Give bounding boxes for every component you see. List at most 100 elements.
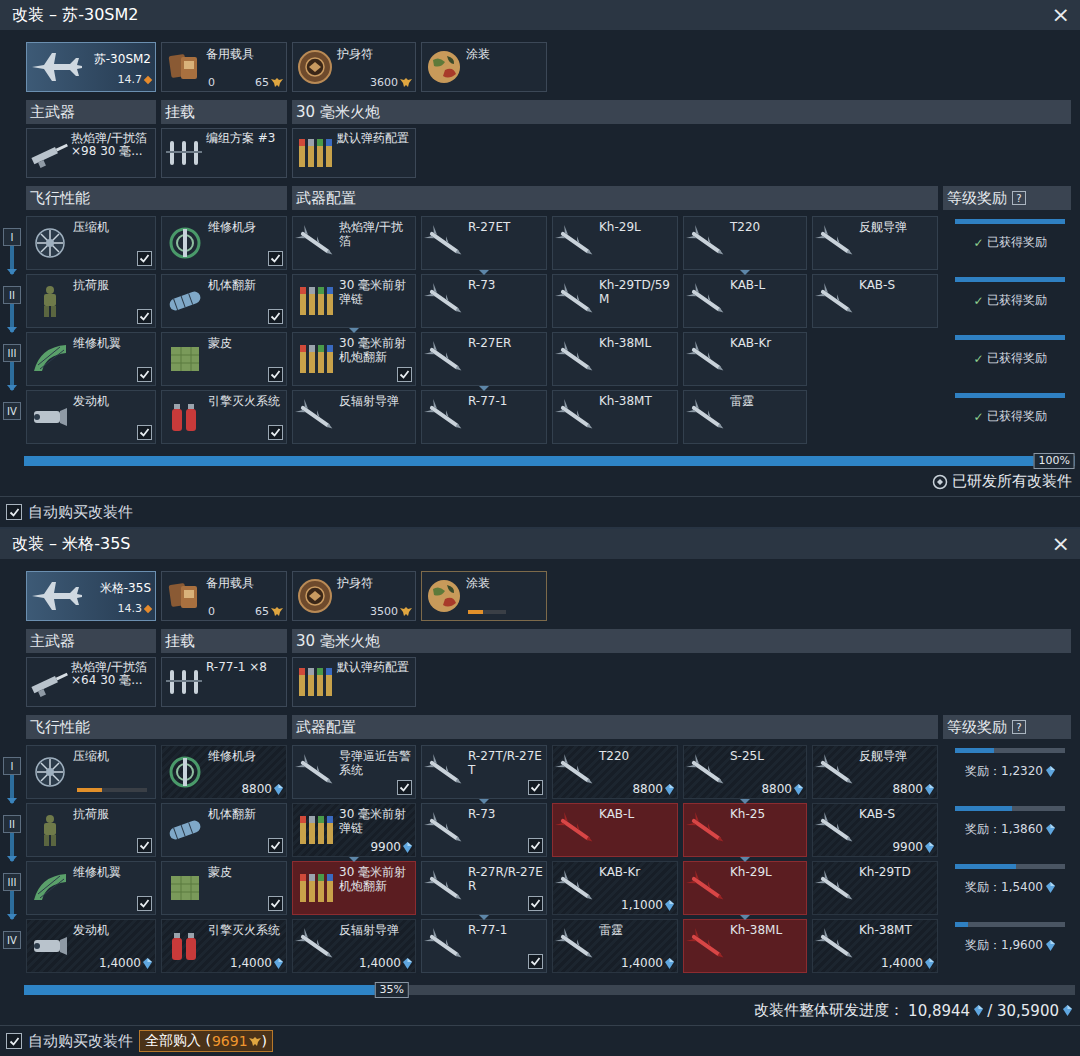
auto-buy-checkbox[interactable] xyxy=(6,1033,22,1049)
weapon-mod[interactable]: Kh-29TD xyxy=(812,861,938,915)
tier-reward: 奖励：1,3860 xyxy=(943,803,1071,857)
spare-vehicle-card[interactable]: 备用载具065 xyxy=(161,42,287,92)
flight-mod-icon xyxy=(27,746,73,798)
weapon-mod[interactable]: 30 毫米前射机炮翻新 xyxy=(292,861,416,915)
dependency-arrow-icon xyxy=(740,857,750,862)
weapon-mod-icon xyxy=(553,391,599,443)
owned-checkbox xyxy=(268,896,283,911)
vehicle-card[interactable]: 米格-35S14.3 xyxy=(26,571,156,621)
weapon-mod[interactable]: 反辐射导弹 xyxy=(292,390,416,444)
weapon-mod[interactable]: Kh-29TD/59M xyxy=(552,274,678,328)
loadout-label: 默认弹药配置 xyxy=(337,658,415,674)
flight-mod[interactable]: 维修机身 xyxy=(161,216,287,270)
weapon-mod[interactable]: Kh-38MT xyxy=(552,390,678,444)
modification-panel: 改装 – 苏-30SM2×苏-30SM214.7备用载具065护身符3600涂装… xyxy=(0,0,1080,527)
loadout-card[interactable]: 热焰弹/干扰箔 ×98 30 毫... xyxy=(26,128,156,178)
mod-label: 30 毫米前射机炮翻新 xyxy=(339,862,415,914)
talisman-card[interactable]: 护身符3500 xyxy=(292,571,416,621)
flight-mod[interactable]: 发动机1,4000 xyxy=(26,919,156,973)
buy-all-button[interactable]: 全部购入 (9691) xyxy=(139,1030,273,1052)
weapon-mod-icon xyxy=(813,804,859,856)
weapon-mod[interactable]: 30 毫米前射弹链9900 xyxy=(292,803,416,857)
weapon-mod[interactable]: KAB-Kr xyxy=(683,332,807,386)
weapon-mod[interactable]: Kh-25 xyxy=(683,803,807,857)
weapon-mod-icon xyxy=(553,333,599,385)
close-button[interactable]: × xyxy=(1052,4,1070,26)
weapon-mod[interactable]: 反舰导弹8800 xyxy=(812,745,938,799)
reward-bar-fill xyxy=(955,748,994,753)
close-button[interactable]: × xyxy=(1052,533,1070,555)
weapon-mod[interactable]: KAB-S xyxy=(812,274,938,328)
weapon-headers: 主武器挂载30 毫米火炮 xyxy=(0,100,1080,124)
loadout-card[interactable]: 编组方案 #3 xyxy=(161,128,287,178)
flight-mod[interactable]: 发动机 xyxy=(26,390,156,444)
mod-cost-value: 8800 xyxy=(892,782,923,796)
flight-mod[interactable]: 机体翻新 xyxy=(161,803,287,857)
spare-vehicle-card[interactable]: 备用载具065 xyxy=(161,571,287,621)
help-button[interactable]: ? xyxy=(1012,191,1026,205)
weapon-mod[interactable]: Kh-38ML xyxy=(683,919,807,973)
weapon-mod[interactable]: KAB-Kr1,1000 xyxy=(552,861,678,915)
vehicle-info: 米格-35S14.3 xyxy=(87,572,155,618)
weapon-mod-icon xyxy=(553,217,599,269)
loadout-card[interactable]: 默认弹药配置 xyxy=(292,128,416,178)
loadout-card[interactable]: 默认弹药配置 xyxy=(292,657,416,707)
weapon-mod[interactable]: 反辐射导弹1,4000 xyxy=(292,919,416,973)
weapon-mod[interactable]: R-27ER xyxy=(421,332,547,386)
flight-mod[interactable]: 引擎灭火系统 xyxy=(161,390,287,444)
flight-mod[interactable]: 蒙皮 xyxy=(161,861,287,915)
weapon-mod[interactable]: R-27R/R-27ER xyxy=(421,861,547,915)
flight-mod[interactable]: 压缩机 xyxy=(26,216,156,270)
flight-mod[interactable]: 引擎灭火系统1,4000 xyxy=(161,919,287,973)
weapon-mod[interactable]: R-27ET xyxy=(421,216,547,270)
top-cards: 苏-30SM214.7备用载具065护身符3600涂装 xyxy=(0,42,1080,92)
weapon-mod[interactable]: Kh-38MT1,4000 xyxy=(812,919,938,973)
weapon-mod-icon xyxy=(553,804,599,856)
tier-reward: 奖励：1,9600 xyxy=(943,919,1071,973)
flight-mod[interactable]: 维修机翼 xyxy=(26,332,156,386)
weapon-mod[interactable]: R-73 xyxy=(421,274,547,328)
flight-mod[interactable]: 蒙皮 xyxy=(161,332,287,386)
weapon-mod-icon xyxy=(684,275,730,327)
received-check: ✓ xyxy=(973,294,983,308)
weapon-mod[interactable]: 导弹逼近告警系统 xyxy=(292,745,416,799)
battle-rating: 14.3 xyxy=(118,602,152,618)
flight-mod[interactable]: 维修机身8800 xyxy=(161,745,287,799)
camouflage-card[interactable]: 涂装 xyxy=(421,42,547,92)
weapon-mod[interactable]: S-25L8800 xyxy=(683,745,807,799)
weapon-mod[interactable]: 雷霆1,4000 xyxy=(552,919,678,973)
camouflage-card[interactable]: 涂装 xyxy=(421,571,547,621)
weapon-mod[interactable]: Kh-29L xyxy=(683,861,807,915)
weapon-mod[interactable]: 热焰弹/干扰箔 xyxy=(292,216,416,270)
weapon-mod[interactable]: Kh-29L xyxy=(552,216,678,270)
weapon-mod[interactable]: KAB-L xyxy=(552,803,678,857)
help-button[interactable]: ? xyxy=(1012,720,1026,734)
loadout-card[interactable]: R-77-1 ×8 xyxy=(161,657,287,707)
talisman-card[interactable]: 护身符3600 xyxy=(292,42,416,92)
weapon-mod[interactable]: T2208800 xyxy=(552,745,678,799)
weapon-mod[interactable]: 30 毫米前射机炮翻新 xyxy=(292,332,416,386)
weapon-mod[interactable]: 雷霆 xyxy=(683,390,807,444)
weapon-mod[interactable]: Kh-38ML xyxy=(552,332,678,386)
weapon-mod[interactable]: KAB-S9900 xyxy=(812,803,938,857)
flight-mod[interactable]: 抗荷服 xyxy=(26,274,156,328)
loadout-icon xyxy=(162,129,206,177)
vehicle-card[interactable]: 苏-30SM214.7 xyxy=(26,42,156,92)
flight-mod-icon xyxy=(27,862,73,914)
camouflage-progress-fill xyxy=(468,610,483,614)
weapon-mod[interactable]: 反舰导弹 xyxy=(812,216,938,270)
weapon-mod[interactable]: T220 xyxy=(683,216,807,270)
weapon-mod[interactable]: R-77-1 xyxy=(421,390,547,444)
weapon-mod[interactable]: R-73 xyxy=(421,803,547,857)
auto-buy-checkbox[interactable] xyxy=(6,504,22,520)
loadout-card[interactable]: 热焰弹/干扰箔 ×64 30 毫... xyxy=(26,657,156,707)
owned-checkbox xyxy=(137,309,152,324)
flight-mod[interactable]: 压缩机 xyxy=(26,745,156,799)
weapon-mod[interactable]: R-27T/R-27ET xyxy=(421,745,547,799)
weapon-mod[interactable]: R-77-1 xyxy=(421,919,547,973)
weapon-mod[interactable]: 30 毫米前射弹链 xyxy=(292,274,416,328)
flight-mod[interactable]: 维修机翼 xyxy=(26,861,156,915)
weapon-mod[interactable]: KAB-L xyxy=(683,274,807,328)
flight-mod[interactable]: 机体翻新 xyxy=(161,274,287,328)
flight-mod[interactable]: 抗荷服 xyxy=(26,803,156,857)
